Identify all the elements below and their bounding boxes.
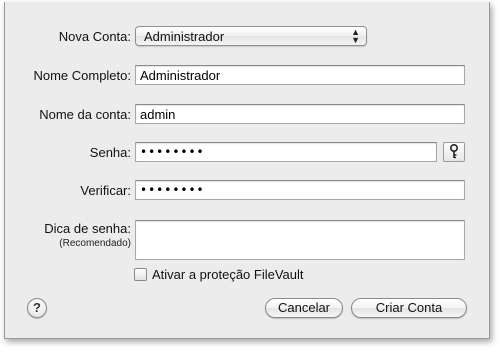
- password-label: Senha:: [89, 145, 131, 160]
- create-account-button[interactable]: Criar Conta: [351, 298, 467, 318]
- hint-field[interactable]: [135, 220, 465, 260]
- account-name-field[interactable]: admin: [135, 104, 465, 124]
- popup-arrows-icon: ▲ ▼: [351, 27, 360, 45]
- filevault-label[interactable]: Ativar a proteção FileVault: [152, 267, 304, 282]
- verify-label: Verificar:: [80, 183, 131, 198]
- hint-recommended-label: (Recomendado): [59, 238, 131, 249]
- full-name-field[interactable]: Administrador: [135, 65, 465, 85]
- account-name-label: Nome da conta:: [39, 107, 131, 122]
- new-account-sheet: Nova Conta: Administrador ▲ ▼ Nome Comple…: [4, 2, 490, 339]
- password-assistant-button[interactable]: [443, 142, 465, 162]
- verify-field[interactable]: ••••••••: [135, 180, 465, 200]
- hint-label: Dica de senha:: [44, 221, 131, 236]
- new-account-label: Nova Conta:: [58, 29, 131, 44]
- key-icon: [450, 143, 459, 159]
- filevault-checkbox[interactable]: [134, 268, 147, 281]
- full-name-label: Nome Completo:: [33, 68, 131, 83]
- account-type-select[interactable]: Administrador ▲ ▼: [135, 26, 367, 46]
- help-button[interactable]: ?: [27, 298, 47, 318]
- password-field[interactable]: ••••••••: [135, 142, 437, 162]
- cancel-button[interactable]: Cancelar: [265, 298, 343, 318]
- account-type-value: Administrador: [144, 29, 225, 44]
